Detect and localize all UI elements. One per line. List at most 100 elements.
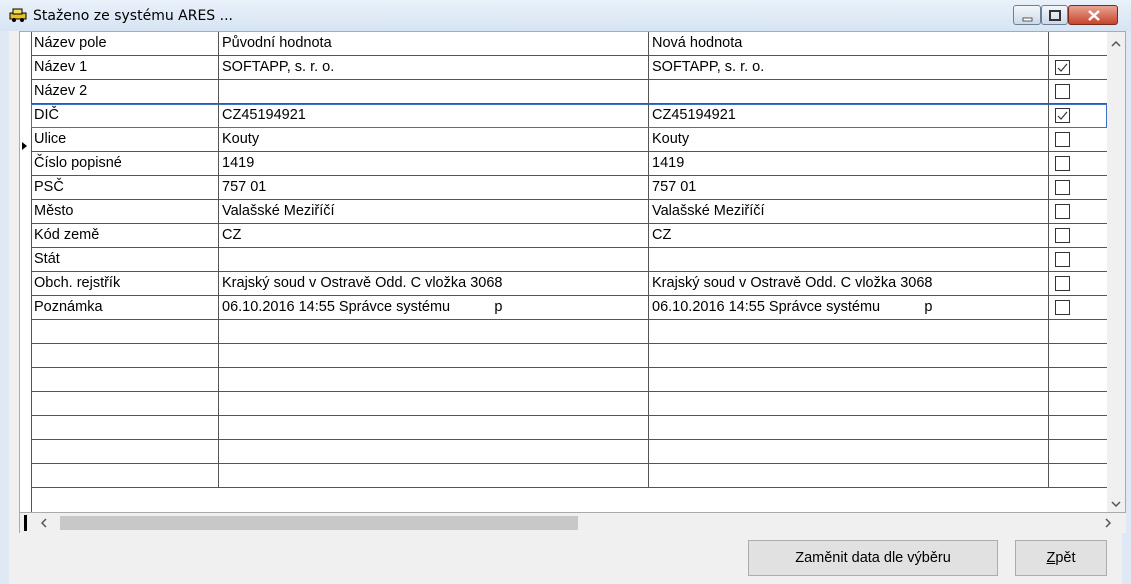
table-row[interactable]: Obch. rejstřík Krajský soud v Ostravě Odd…: [31, 272, 1107, 296]
empty-cell[interactable]: [219, 368, 649, 391]
field-name-cell[interactable]: Obch. rejstřík: [31, 272, 219, 295]
original-value-cell[interactable]: SOFTAPP, s. r. o.: [219, 56, 649, 79]
empty-cell[interactable]: [219, 320, 649, 343]
field-name-cell[interactable]: Název 2: [31, 80, 219, 103]
scroll-up-icon[interactable]: [1111, 40, 1121, 48]
select-checkbox[interactable]: [1055, 252, 1070, 267]
field-name-cell[interactable]: Město: [31, 200, 219, 223]
empty-cell[interactable]: [1049, 368, 1107, 391]
table-row[interactable]: PSČ 757 01 757 01: [31, 176, 1107, 200]
empty-cell[interactable]: [649, 368, 1049, 391]
empty-cell[interactable]: [31, 392, 219, 415]
empty-cell[interactable]: [649, 416, 1049, 439]
field-name-cell[interactable]: PSČ: [31, 176, 219, 199]
header-original-value[interactable]: Původní hodnota: [219, 32, 649, 55]
maximize-button[interactable]: [1041, 5, 1068, 25]
select-cell[interactable]: [1049, 176, 1107, 199]
select-cell[interactable]: [1049, 224, 1107, 247]
new-value-cell[interactable]: Krajský soud v Ostravě Odd. C vložka 306…: [649, 272, 1049, 295]
field-name-cell[interactable]: Stát: [31, 248, 219, 271]
original-value-cell[interactable]: 1419: [219, 152, 649, 175]
horizontal-scroll-thumb[interactable]: [60, 516, 578, 530]
table-row[interactable]: Město Valašské Meziříčí Valašské Meziříčí: [31, 200, 1107, 224]
original-value-cell[interactable]: [219, 80, 649, 103]
select-cell[interactable]: [1049, 152, 1107, 175]
select-cell[interactable]: [1049, 248, 1107, 271]
empty-cell[interactable]: [1049, 344, 1107, 367]
header-select[interactable]: [1049, 32, 1107, 55]
empty-cell[interactable]: [219, 464, 649, 487]
data-grid[interactable]: Název pole Původní hodnota Nová hodnota …: [19, 31, 1126, 513]
new-value-cell[interactable]: 757 01: [649, 176, 1049, 199]
select-checkbox[interactable]: [1055, 180, 1070, 195]
original-value-cell[interactable]: CZ45194921: [219, 104, 649, 127]
empty-cell[interactable]: [649, 320, 1049, 343]
title-bar[interactable]: Staženo ze systému ARES ...: [0, 0, 1131, 31]
empty-table-row[interactable]: [31, 392, 1107, 416]
new-value-cell[interactable]: Kouty: [649, 128, 1049, 151]
field-name-cell[interactable]: DIČ: [31, 104, 219, 127]
new-value-cell[interactable]: [649, 80, 1049, 103]
original-value-cell[interactable]: Kouty: [219, 128, 649, 151]
horizontal-scrollbar[interactable]: [19, 513, 1126, 533]
field-name-cell[interactable]: Číslo popisné: [31, 152, 219, 175]
select-cell[interactable]: [1049, 104, 1107, 127]
table-row[interactable]: Poznámka 06.10.2016 14:55 Správce systému…: [31, 296, 1107, 320]
field-name-cell[interactable]: Kód země: [31, 224, 219, 247]
original-value-cell[interactable]: Valašské Meziříčí: [219, 200, 649, 223]
empty-cell[interactable]: [31, 416, 219, 439]
empty-cell[interactable]: [1049, 440, 1107, 463]
empty-cell[interactable]: [219, 440, 649, 463]
select-checkbox[interactable]: [1055, 156, 1070, 171]
empty-cell[interactable]: [31, 344, 219, 367]
empty-table-row[interactable]: [31, 440, 1107, 464]
table-row[interactable]: Kód země CZ CZ: [31, 224, 1107, 248]
select-cell[interactable]: [1049, 80, 1107, 103]
select-checkbox[interactable]: [1055, 84, 1070, 99]
empty-cell[interactable]: [1049, 416, 1107, 439]
empty-cell[interactable]: [219, 392, 649, 415]
table-row[interactable]: Název 2: [31, 80, 1107, 104]
field-name-cell[interactable]: Název 1: [31, 56, 219, 79]
empty-cell[interactable]: [1049, 392, 1107, 415]
select-checkbox[interactable]: [1055, 228, 1070, 243]
scroll-right-icon[interactable]: [1104, 518, 1112, 528]
new-value-cell[interactable]: 06.10.2016 14:55 Správce systému p: [649, 296, 1049, 319]
select-checkbox[interactable]: [1055, 108, 1070, 123]
empty-table-row[interactable]: [31, 416, 1107, 440]
close-button[interactable]: [1068, 5, 1118, 25]
empty-cell[interactable]: [219, 416, 649, 439]
select-cell[interactable]: [1049, 128, 1107, 151]
table-row[interactable]: Název 1 SOFTAPP, s. r. o. SOFTAPP, s. r. o…: [31, 56, 1107, 80]
field-name-cell[interactable]: Ulice: [31, 128, 219, 151]
new-value-cell[interactable]: 1419: [649, 152, 1049, 175]
table-row[interactable]: Ulice Kouty Kouty: [31, 128, 1107, 152]
header-new-value[interactable]: Nová hodnota: [649, 32, 1049, 55]
empty-cell[interactable]: [31, 320, 219, 343]
empty-table-row[interactable]: [31, 344, 1107, 368]
empty-cell[interactable]: [31, 368, 219, 391]
new-value-cell[interactable]: CZ45194921: [649, 104, 1049, 127]
original-value-cell[interactable]: 757 01: [219, 176, 649, 199]
field-name-cell[interactable]: Poznámka: [31, 296, 219, 319]
select-cell[interactable]: [1049, 272, 1107, 295]
new-value-cell[interactable]: Valašské Meziříčí: [649, 200, 1049, 223]
select-checkbox[interactable]: [1055, 276, 1070, 291]
empty-cell[interactable]: [649, 392, 1049, 415]
select-cell[interactable]: [1049, 200, 1107, 223]
empty-table-row[interactable]: [31, 320, 1107, 344]
select-checkbox[interactable]: [1055, 60, 1070, 75]
empty-cell[interactable]: [649, 344, 1049, 367]
empty-table-row[interactable]: [31, 368, 1107, 392]
empty-cell[interactable]: [1049, 320, 1107, 343]
new-value-cell[interactable]: CZ: [649, 224, 1049, 247]
select-checkbox[interactable]: [1055, 300, 1070, 315]
table-row[interactable]: Stát: [31, 248, 1107, 272]
empty-cell[interactable]: [219, 344, 649, 367]
new-value-cell[interactable]: SOFTAPP, s. r. o.: [649, 56, 1049, 79]
replace-data-button[interactable]: Zaměnit data dle výběru: [748, 540, 998, 576]
header-field-name[interactable]: Název pole: [31, 32, 219, 55]
back-button[interactable]: Zpět: [1015, 540, 1107, 576]
empty-cell[interactable]: [31, 440, 219, 463]
vertical-scrollbar[interactable]: [1107, 32, 1125, 512]
